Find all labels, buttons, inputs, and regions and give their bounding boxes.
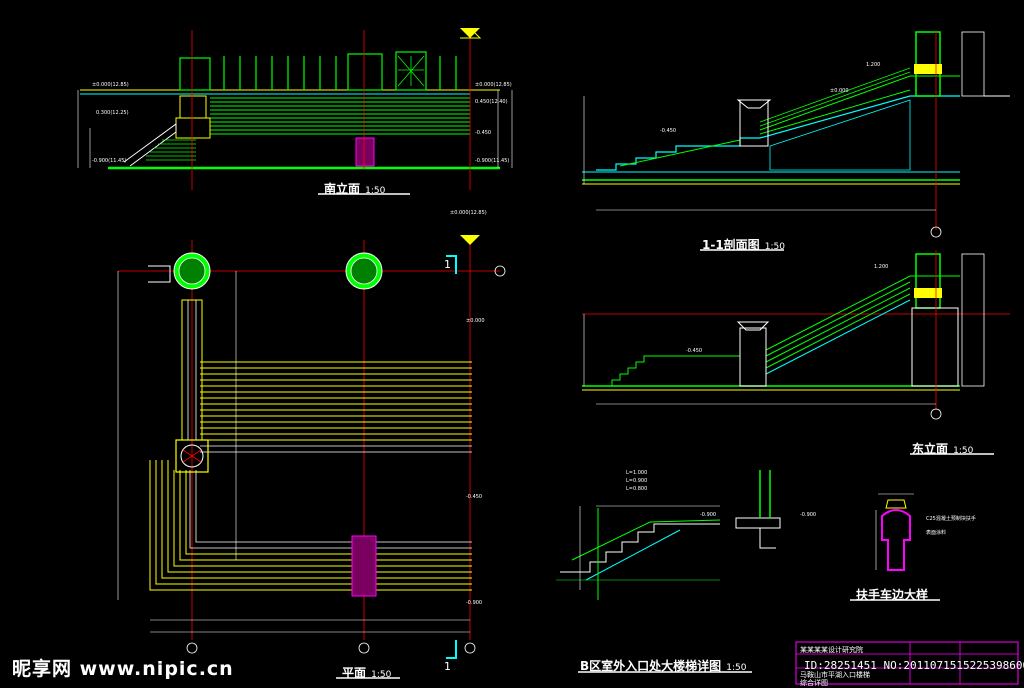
south-elevation-title-text: 南立面 [324,182,361,196]
south-elevation-drawing: ±0.000(12.85) 0.300(12.25) -0.900(11.45)… [77,27,513,216]
svg-text:-0.900(11.45): -0.900(11.45) [475,158,509,164]
svg-text:-0.450: -0.450 [475,130,491,136]
section-mark-top: 1 [444,258,451,271]
svg-text:L=0.900: L=0.900 [626,478,647,484]
svg-text:±0.000(12.85): ±0.000(12.85) [475,82,512,88]
svg-text:1.200: 1.200 [874,264,888,270]
plan-scale: 1:50 [371,670,392,680]
section-1-1-drawing: -0.450 ±0.000 1.200 [582,30,1010,251]
stair-detail-title: B区室外入口处大楼梯详图 1:50 [580,655,746,674]
svg-text:0.300(12.25): 0.300(12.25) [96,110,129,116]
svg-text:±0.000(12.85): ±0.000(12.85) [92,82,129,88]
east-elevation-drawing: -0.450 1.200 [582,250,1010,455]
south-elevation-title: 南立面 1:50 [324,178,385,197]
svg-text:L=1.000: L=1.000 [626,470,647,476]
east-elevation-title: 东立面 1:50 [912,438,973,457]
watermark-logo: 昵享网 www.nipic.cn [12,658,234,680]
stair-detail-scale: 1:50 [726,663,747,673]
title-block-row-1: 某某某某设计研究院 [800,646,863,654]
stair-detail-drawing: L=1.000 L=0.900 L=0.800 -0.900 -0.900 [556,470,816,673]
svg-text:±0.000: ±0.000 [830,88,849,94]
section-1-1-scale: 1:50 [764,242,785,252]
section-1-1-title-text: 1-1剖面图 [702,238,760,252]
svg-text:L=0.800: L=0.800 [626,486,647,492]
svg-text:±0.000: ±0.000 [466,318,485,324]
svg-text:0.450(12.40): 0.450(12.40) [475,99,508,105]
plan-drawing: ±0.000 -0.450 -0.900 [117,235,506,679]
svg-text:-0.450: -0.450 [466,494,482,500]
plan-title: 平面 1:50 [342,662,391,681]
svg-text:-0.900: -0.900 [700,512,716,518]
svg-text:表面涂料: 表面涂料 [926,529,946,536]
handrail-detail-title-text: 扶手车边大样 [856,588,929,602]
stair-detail-title-text: B区室外入口处大楼梯详图 [580,659,722,673]
svg-text:-0.450: -0.450 [686,348,702,354]
plan-title-text: 平面 [342,666,367,680]
svg-text:-0.450: -0.450 [660,128,676,134]
section-mark-bottom: 1 [444,660,451,673]
svg-text:1.200: 1.200 [866,62,880,68]
title-block-row-3: 综合详图 [800,679,828,687]
svg-text:C25混凝土预制块扶手: C25混凝土预制块扶手 [926,515,976,522]
east-elevation-scale: 1:50 [953,446,974,456]
section-1-1-title: 1-1剖面图 1:50 [702,234,785,253]
watermark-id: ID:28251451 NO:20110715152253986000 [804,659,1024,672]
svg-text:-0.900: -0.900 [466,600,482,606]
svg-text:±0.000(12.85): ±0.000(12.85) [450,210,487,216]
south-elevation-scale: 1:50 [365,186,386,196]
handrail-detail-title: 扶手车边大样 [856,584,928,603]
east-elevation-title-text: 东立面 [912,442,949,456]
svg-text:-0.900(11.45): -0.900(11.45) [92,158,126,164]
svg-text:-0.900: -0.900 [800,512,816,518]
